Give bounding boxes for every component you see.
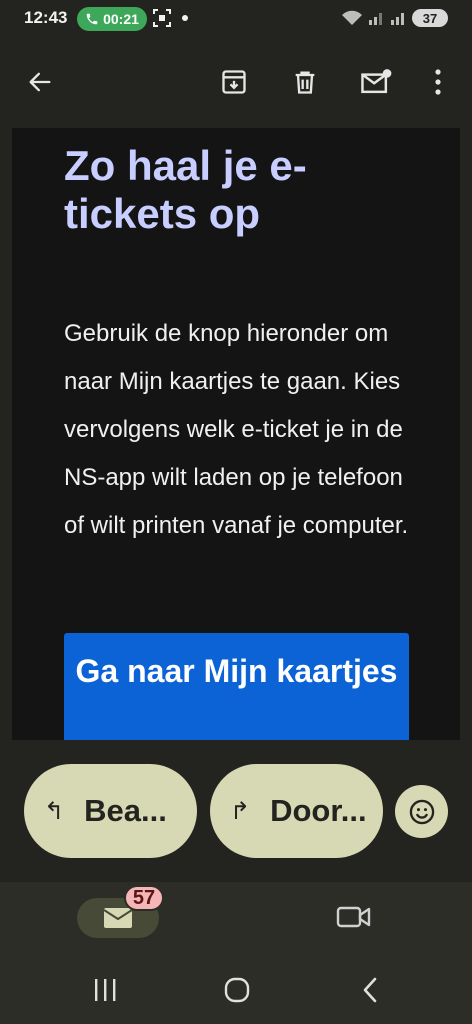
forward-icon: ↱ <box>230 797 251 825</box>
forward-button[interactable]: ↱ Door... <box>210 764 383 858</box>
status-time: 12:43 <box>24 8 68 27</box>
email-toolbar <box>0 52 472 112</box>
mijn-kaartjes-button[interactable]: Ga naar Mijn kaartjes <box>64 633 409 740</box>
recent-apps-button[interactable] <box>90 974 120 1006</box>
battery-indicator: 37 <box>412 9 448 27</box>
forward-label: Door... <box>270 793 367 828</box>
phone-icon <box>86 13 98 25</box>
screenshot-icon <box>153 9 171 27</box>
chevron-left-icon <box>363 977 377 1003</box>
bottom-navigation: 57 <box>0 882 472 1024</box>
mark-unread-button[interactable] <box>358 64 394 100</box>
back-button[interactable] <box>22 64 58 100</box>
home-icon <box>224 977 250 1003</box>
email-body-text: Gebruik de knop hieronder om naar Mijn k… <box>64 320 409 539</box>
video-icon <box>336 906 371 928</box>
email-content: Zo haal je e-tickets op Gebruik de knop … <box>12 128 460 740</box>
archive-button[interactable] <box>216 64 252 100</box>
mail-icon <box>103 908 133 928</box>
arrow-left-icon <box>29 72 51 92</box>
notification-dot <box>182 15 188 21</box>
signal-icon <box>369 13 382 25</box>
meet-tab[interactable] <box>336 902 372 934</box>
wifi-icon <box>342 10 362 25</box>
status-bar: 12:43 00:21 37 <box>0 0 472 38</box>
call-indicator[interactable]: 00:21 <box>77 7 147 31</box>
reply-icon: ↰ <box>44 797 65 825</box>
emoji-reaction-button[interactable] <box>395 785 448 838</box>
recent-apps-icon <box>95 979 116 1001</box>
reply-button[interactable]: ↰ Bea... <box>24 764 197 858</box>
email-heading: Zo haal je e-tickets op <box>64 142 307 237</box>
archive-icon <box>222 70 246 94</box>
system-back-button[interactable] <box>356 974 384 1006</box>
more-vertical-icon <box>435 69 441 95</box>
reply-label: Bea... <box>84 793 167 828</box>
delete-button[interactable] <box>287 64 323 100</box>
more-options-button[interactable] <box>420 64 456 100</box>
system-icons: 37 <box>342 9 448 27</box>
home-button[interactable] <box>220 974 254 1006</box>
unread-count-badge: 57 <box>124 885 164 911</box>
trash-icon <box>295 71 315 94</box>
signal-icon-2 <box>391 13 404 25</box>
mail-unread-icon <box>361 69 392 94</box>
call-timer: 00:21 <box>103 11 139 27</box>
emoji-icon <box>409 799 434 824</box>
